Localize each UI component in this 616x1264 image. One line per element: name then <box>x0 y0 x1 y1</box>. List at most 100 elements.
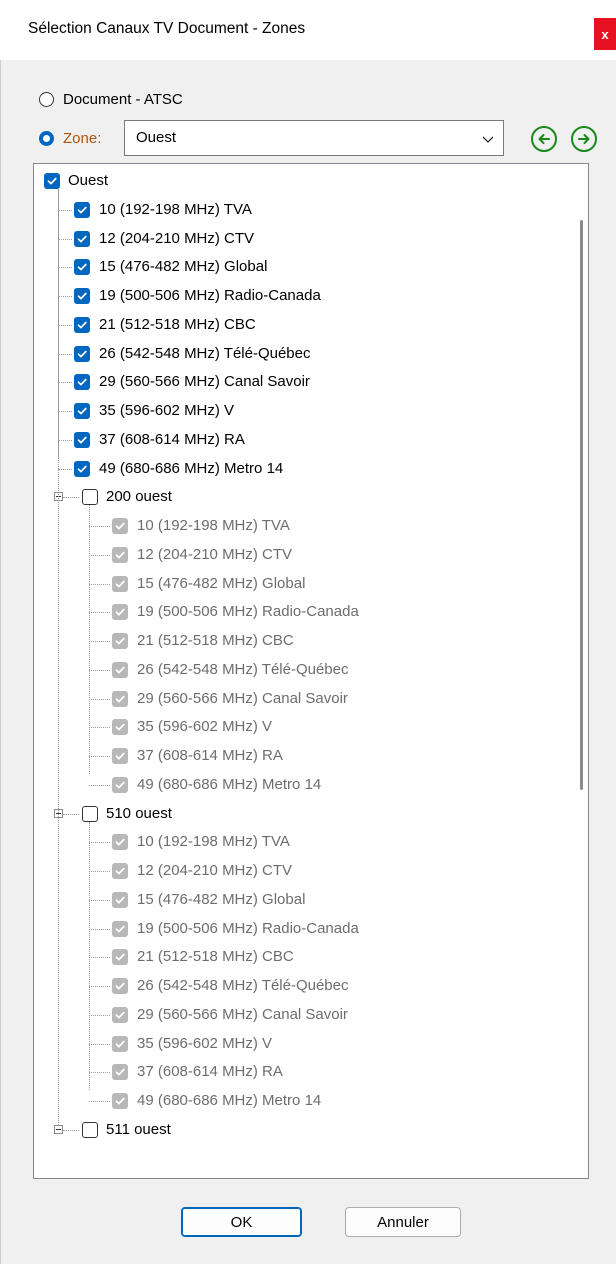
unchecked-checkbox-icon[interactable] <box>82 805 98 822</box>
tree-connector <box>89 612 110 614</box>
checked-checkbox-icon <box>112 920 128 937</box>
tree-channel-node: 29 (560-566 MHz) Canal Savoir <box>34 685 574 713</box>
tree-channel-label: 35 (596-602 MHz) V <box>137 718 273 736</box>
checked-checkbox-icon[interactable] <box>74 230 90 247</box>
tree-connector <box>89 698 110 700</box>
tree-connector <box>89 1014 110 1016</box>
tree-channel-node[interactable]: 15 (476-482 MHz) Global <box>34 253 574 281</box>
tree-channel-label: 29 (560-566 MHz) Canal Savoir <box>137 1005 348 1023</box>
scrollbar-thumb[interactable] <box>580 220 583 790</box>
tree-connector <box>89 526 110 527</box>
tree-group-node[interactable]: Ouest <box>34 167 574 195</box>
tree-group-node[interactable]: 511 ouest <box>34 1116 574 1144</box>
tree-group-node[interactable]: 510 ouest <box>34 800 574 828</box>
collapse-icon[interactable] <box>54 1124 63 1134</box>
tree-connector <box>58 353 72 355</box>
checked-checkbox-icon <box>112 834 128 851</box>
tree-connector <box>58 324 72 326</box>
radio-document[interactable]: Document - ATSC <box>39 91 183 108</box>
tree-channel-label: 35 (596-602 MHz) V <box>99 402 235 419</box>
tree-channel-node[interactable]: 12 (204-210 MHz) CTV <box>34 225 574 253</box>
checked-checkbox-icon <box>112 719 128 736</box>
tree-channel-label: 29 (560-566 MHz) Canal Savoir <box>137 689 348 707</box>
checked-checkbox-icon <box>112 575 128 592</box>
tree-channel-label: 19 (500-506 MHz) Radio-Canada <box>99 287 321 304</box>
checked-checkbox-icon <box>112 1035 128 1052</box>
checked-checkbox-icon <box>112 748 128 764</box>
checked-checkbox-icon[interactable] <box>74 316 90 333</box>
radio-zone-indicator[interactable] <box>39 131 54 146</box>
close-button[interactable]: x <box>594 18 616 50</box>
tree-connector <box>89 583 110 585</box>
tree-channel-node[interactable]: 26 (542-548 MHz) Télé-Québec <box>34 340 574 368</box>
unchecked-checkbox-icon[interactable] <box>82 489 98 506</box>
tree-connector <box>58 209 72 211</box>
tree-channel-node[interactable]: 49 (680-686 MHz) Metro 14 <box>34 455 574 483</box>
chevron-down-icon[interactable] <box>482 132 494 149</box>
checked-checkbox-icon <box>112 546 128 563</box>
radio-zone[interactable]: Zone: <box>39 130 109 147</box>
tree-channel-node: 19 (500-506 MHz) Radio-Canada <box>34 598 574 626</box>
arrow-left-circle-icon[interactable] <box>531 126 557 152</box>
checked-checkbox-icon <box>112 690 128 707</box>
tree-group-node[interactable]: 200 ouest <box>34 483 574 511</box>
checked-checkbox-icon <box>112 863 128 879</box>
tree-channel-node: 37 (608-614 MHz) RA <box>34 1058 574 1086</box>
tree-channel-node: 12 (204-210 MHz) CTV <box>34 541 574 569</box>
tree-channel-node: 29 (560-566 MHz) Canal Savoir <box>34 1001 574 1029</box>
checked-checkbox-icon[interactable] <box>74 431 90 448</box>
tree-connector <box>89 669 110 671</box>
tree-channel-node[interactable]: 35 (596-602 MHz) V <box>34 397 574 425</box>
tree-connector <box>58 296 72 297</box>
tree-group-label: 510 ouest <box>106 804 172 822</box>
tree-connector <box>89 1043 110 1045</box>
tree-channel-node: 12 (204-210 MHz) CTV <box>34 857 574 885</box>
zone-dropdown[interactable]: Ouest <box>124 120 504 156</box>
tree-channel-node[interactable]: 21 (512-518 MHz) CBC <box>34 311 574 339</box>
tree-connector <box>58 411 72 412</box>
checked-checkbox-icon[interactable] <box>44 173 60 189</box>
tree-connector <box>89 727 110 729</box>
tree-connector <box>89 842 110 844</box>
vertical-scrollbar[interactable] <box>574 164 588 1178</box>
tree-channel-node: 35 (596-602 MHz) V <box>34 1030 574 1058</box>
channel-tree[interactable]: Ouest 10 (192-198 MHz) TVA 12 (204-210 MHz… <box>33 163 589 1179</box>
arrow-right-circle-icon[interactable] <box>571 126 597 152</box>
checked-checkbox-icon[interactable] <box>74 374 90 391</box>
tree-channel-label: 10 (192-198 MHz) TVA <box>137 833 290 851</box>
tree-channel-node[interactable]: 29 (560-566 MHz) Canal Savoir <box>34 368 574 396</box>
tree-connector <box>89 641 110 642</box>
unchecked-checkbox-icon[interactable] <box>82 1121 98 1138</box>
radio-zone-label: Zone: <box>63 130 102 147</box>
checked-checkbox-icon <box>112 661 128 678</box>
tree-connector <box>58 468 72 470</box>
tree-channel-label: 10 (192-198 MHz) TVA <box>99 200 252 218</box>
tree-group-label: 511 ouest <box>106 1120 171 1138</box>
zone-dropdown-value: Ouest <box>136 129 177 146</box>
checked-checkbox-icon[interactable] <box>74 288 90 304</box>
cancel-button[interactable]: Annuler <box>345 1207 461 1237</box>
checked-checkbox-icon <box>112 949 128 966</box>
tree-channel-node[interactable]: 37 (608-614 MHz) RA <box>34 426 574 454</box>
tree-channel-node: 10 (192-198 MHz) TVA <box>34 512 574 540</box>
tree-connector <box>89 784 110 786</box>
tree-connector <box>58 238 72 240</box>
tree-connector <box>63 1129 79 1131</box>
window-title: Sélection Canaux TV Document - Zones <box>28 20 306 37</box>
ok-button[interactable]: OK <box>181 1207 302 1237</box>
checked-checkbox-icon[interactable] <box>74 259 90 276</box>
checked-checkbox-icon[interactable] <box>74 201 90 218</box>
radio-document-indicator[interactable] <box>39 92 54 107</box>
tree-channel-node: 35 (596-602 MHz) V <box>34 713 574 741</box>
tree-channel-label: 19 (500-506 MHz) Radio-Canada <box>137 919 359 937</box>
tree-channel-node[interactable]: 10 (192-198 MHz) TVA <box>34 196 574 224</box>
tree-channel-label: 26 (542-548 MHz) Télé-Québec <box>99 344 311 362</box>
checked-checkbox-icon[interactable] <box>74 460 90 477</box>
tree-channel-node: 21 (512-518 MHz) CBC <box>34 627 574 655</box>
tree-channel-node[interactable]: 19 (500-506 MHz) Radio-Canada <box>34 282 574 310</box>
checked-checkbox-icon[interactable] <box>74 403 90 419</box>
checked-checkbox-icon <box>112 1006 128 1023</box>
title-bar: Sélection Canaux TV Document - Zones x <box>0 0 616 60</box>
tree-connector <box>89 928 110 930</box>
checked-checkbox-icon[interactable] <box>74 345 90 362</box>
